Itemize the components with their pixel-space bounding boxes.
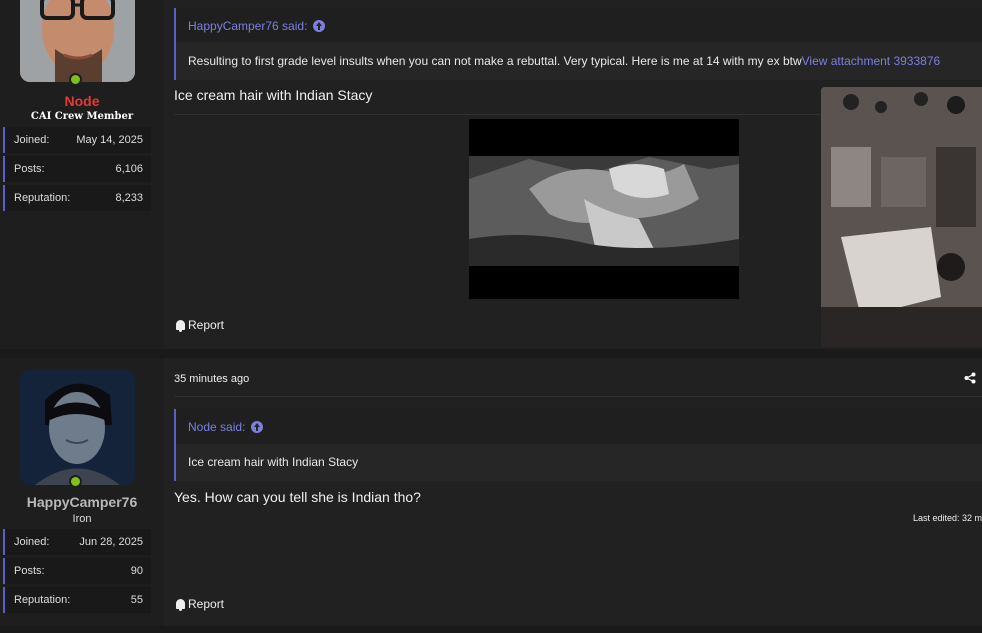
- user-title: CAI Crew Member: [30, 111, 134, 122]
- quote-author[interactable]: Node said:: [188, 420, 245, 434]
- quote-header[interactable]: Node said:: [188, 420, 264, 434]
- username[interactable]: Node: [0, 93, 164, 109]
- share-icon[interactable]: [964, 372, 976, 384]
- avatar-happycamper76[interactable]: [20, 370, 135, 485]
- quote-body: Resulting to first grade level insults w…: [176, 42, 982, 80]
- bell-icon: [176, 320, 185, 332]
- post-happycamper76: HappyCamper76 Iron Joined: Jun 28, 2025 …: [0, 358, 982, 626]
- report-button[interactable]: Report: [176, 318, 224, 332]
- user-info-panel: HappyCamper76 Iron Joined: Jun 28, 2025 …: [0, 358, 164, 626]
- report-label: Report: [188, 597, 225, 611]
- stat-label: Joined:: [14, 536, 50, 548]
- stat-posts: Posts: 90: [3, 558, 151, 584]
- quote-block: Node said: Ice cream hair with Indian St…: [174, 409, 982, 481]
- last-edited-note[interactable]: Last edited: 32 m: [913, 513, 982, 523]
- stat-value: Jun 28, 2025: [79, 536, 143, 548]
- username[interactable]: HappyCamper76: [0, 494, 164, 510]
- avatar-node[interactable]: [20, 0, 135, 82]
- bell-icon: [176, 599, 185, 611]
- post-body: Ice cream hair with Indian Stacy: [174, 87, 373, 103]
- stat-joined: Joined: May 14, 2025: [3, 127, 151, 153]
- arrow-up-circle-icon[interactable]: [251, 421, 264, 433]
- stat-label: Reputation:: [14, 594, 71, 606]
- report-button[interactable]: Report: [176, 597, 224, 611]
- stat-value: 90: [130, 565, 143, 577]
- stat-label: Posts:: [14, 565, 45, 577]
- online-status-icon: [69, 475, 82, 488]
- stat-joined: Joined: Jun 28, 2025: [3, 529, 151, 555]
- quote-header[interactable]: HappyCamper76 said:: [188, 19, 326, 33]
- arrow-up-circle-icon[interactable]: [313, 20, 326, 32]
- stat-reputation: Reputation: 8,233: [3, 185, 151, 211]
- report-label: Report: [188, 318, 225, 332]
- quote-block: HappyCamper76 said: Resulting to first g…: [174, 8, 982, 80]
- stat-value: May 14, 2025: [76, 134, 143, 146]
- user-info-panel: Node CAI Crew Member Joined: May 14, 202…: [0, 0, 164, 349]
- post-body: Yes. How can you tell she is Indian tho?: [174, 489, 421, 505]
- post-timestamp[interactable]: 35 minutes ago: [174, 373, 249, 385]
- stat-label: Reputation:: [14, 192, 71, 204]
- embedded-image[interactable]: [821, 87, 982, 347]
- stat-label: Joined:: [14, 134, 50, 146]
- quote-text: Ice cream hair with Indian Stacy: [188, 455, 359, 469]
- quote-body: Ice cream hair with Indian Stacy: [176, 444, 982, 481]
- quote-author[interactable]: HappyCamper76 said:: [188, 19, 307, 33]
- online-status-icon: [69, 73, 82, 86]
- divider: [174, 396, 982, 397]
- embedded-gif[interactable]: [469, 119, 739, 299]
- post-separator: [0, 626, 982, 633]
- post-separator: [0, 349, 982, 358]
- stat-value: 55: [130, 594, 143, 606]
- stat-value: 6,106: [115, 163, 143, 175]
- stat-posts: Posts: 6,106: [3, 156, 151, 182]
- user-title: Iron: [72, 513, 92, 525]
- quote-text: Resulting to first grade level insults w…: [188, 54, 802, 68]
- stat-reputation: Reputation: 55: [3, 587, 151, 613]
- stat-value: 8,233: [115, 192, 143, 204]
- attachment-link[interactable]: View attachment 3933876: [802, 54, 941, 68]
- divider: [174, 114, 821, 115]
- post-node: Node CAI Crew Member Joined: May 14, 202…: [0, 0, 982, 349]
- stat-label: Posts:: [14, 163, 45, 175]
